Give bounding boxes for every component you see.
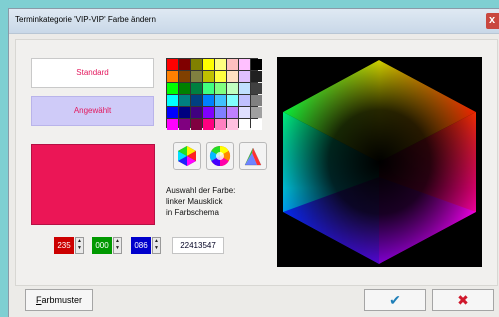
palette-swatch[interactable]: [167, 107, 178, 118]
palette-swatch[interactable]: [203, 107, 214, 118]
palette-swatch[interactable]: [191, 95, 202, 106]
palette-swatch[interactable]: [239, 83, 250, 94]
farbmuster-button[interactable]: Farbmuster: [25, 289, 93, 311]
palette-swatch[interactable]: [251, 59, 262, 70]
palette-swatch[interactable]: [251, 107, 262, 118]
ok-button[interactable]: ✔: [364, 289, 426, 311]
palette-swatch[interactable]: [179, 59, 190, 70]
palette-swatch[interactable]: [239, 119, 250, 130]
blue-value[interactable]: 086: [131, 237, 151, 254]
palette-swatch[interactable]: [239, 59, 250, 70]
red-value[interactable]: 235: [54, 237, 74, 254]
window-title: Terminkategorie 'VIP-VIP' Farbe ändern: [15, 15, 156, 24]
spin-down-icon[interactable]: ▼: [76, 245, 83, 252]
palette-swatch[interactable]: [179, 95, 190, 106]
hint-line-1: Auswahl der Farbe:: [166, 186, 236, 195]
palette-swatch[interactable]: [251, 71, 262, 82]
color-wheel-icon: [209, 145, 231, 167]
palette-swatch[interactable]: [179, 119, 190, 130]
palette-swatch[interactable]: [239, 71, 250, 82]
cross-icon: ✖: [457, 292, 469, 308]
palette-swatch[interactable]: [191, 119, 202, 130]
palette-swatch[interactable]: [167, 59, 178, 70]
color-scheme-field[interactable]: [277, 57, 482, 267]
green-value[interactable]: 000: [92, 237, 112, 254]
palette-swatch[interactable]: [191, 83, 202, 94]
color-wheel-button[interactable]: [206, 142, 234, 170]
hint-text: Auswahl der Farbe: linker Mausklick in F…: [166, 185, 235, 218]
palette-swatch[interactable]: [179, 83, 190, 94]
color-code-field[interactable]: 22413547: [172, 237, 224, 254]
standard-preview[interactable]: Standard: [31, 58, 154, 88]
current-color-swatch: [31, 144, 155, 225]
palette-swatch[interactable]: [191, 59, 202, 70]
hexagon-scheme-icon: [178, 146, 196, 166]
palette-swatch[interactable]: [227, 95, 238, 106]
palette-swatch[interactable]: [227, 119, 238, 130]
palette-swatch[interactable]: [227, 71, 238, 82]
hexagon-scheme-button[interactable]: [173, 142, 201, 170]
red-spin-arrows[interactable]: ▲ ▼: [75, 237, 84, 254]
green-spin-arrows[interactable]: ▲ ▼: [113, 237, 122, 254]
palette-swatch[interactable]: [167, 71, 178, 82]
spin-up-icon[interactable]: ▲: [153, 238, 160, 245]
palette-swatch[interactable]: [215, 59, 226, 70]
palette-swatch[interactable]: [251, 83, 262, 94]
palette-swatch[interactable]: [203, 83, 214, 94]
palette-swatch[interactable]: [179, 107, 190, 118]
palette-swatch[interactable]: [239, 107, 250, 118]
close-icon: x: [489, 14, 496, 26]
palette-swatch[interactable]: [191, 107, 202, 118]
spin-up-icon[interactable]: ▲: [76, 238, 83, 245]
cancel-button[interactable]: ✖: [432, 289, 494, 311]
triangle-scheme-button[interactable]: [239, 142, 267, 170]
palette-swatch[interactable]: [167, 119, 178, 130]
palette-swatch[interactable]: [215, 95, 226, 106]
farbmuster-label: arbmuster: [41, 295, 82, 305]
spin-down-icon[interactable]: ▼: [114, 245, 121, 252]
selected-preview[interactable]: Angewählt: [31, 96, 154, 126]
checkmark-icon: ✔: [389, 292, 401, 308]
palette-swatch[interactable]: [251, 95, 262, 106]
hint-line-3: in Farbschema: [166, 208, 219, 217]
palette-swatch[interactable]: [203, 71, 214, 82]
palette-swatch[interactable]: [203, 95, 214, 106]
spin-down-icon[interactable]: ▼: [153, 245, 160, 252]
triangle-scheme-icon: [244, 147, 262, 166]
palette-swatch[interactable]: [179, 71, 190, 82]
blue-spin-arrows[interactable]: ▲ ▼: [152, 237, 161, 254]
title-bar: Terminkategorie 'VIP-VIP' Farbe ändern x: [9, 9, 499, 34]
color-cube-graphic: [283, 60, 476, 264]
palette-swatch[interactable]: [215, 71, 226, 82]
palette-swatch[interactable]: [203, 59, 214, 70]
palette-swatch[interactable]: [215, 107, 226, 118]
palette-swatch[interactable]: [227, 83, 238, 94]
palette-swatch[interactable]: [239, 95, 250, 106]
palette-swatch[interactable]: [251, 119, 262, 130]
palette-swatch[interactable]: [167, 95, 178, 106]
close-button[interactable]: x: [486, 13, 499, 29]
palette-swatch[interactable]: [227, 107, 238, 118]
palette-swatch[interactable]: [203, 119, 214, 130]
palette-swatch[interactable]: [215, 119, 226, 130]
hint-line-2: linker Mausklick: [166, 197, 223, 206]
palette-swatch[interactable]: [227, 59, 238, 70]
palette-swatch[interactable]: [167, 83, 178, 94]
color-palette: [166, 58, 262, 130]
palette-swatch[interactable]: [191, 71, 202, 82]
spin-up-icon[interactable]: ▲: [114, 238, 121, 245]
palette-swatch[interactable]: [215, 83, 226, 94]
